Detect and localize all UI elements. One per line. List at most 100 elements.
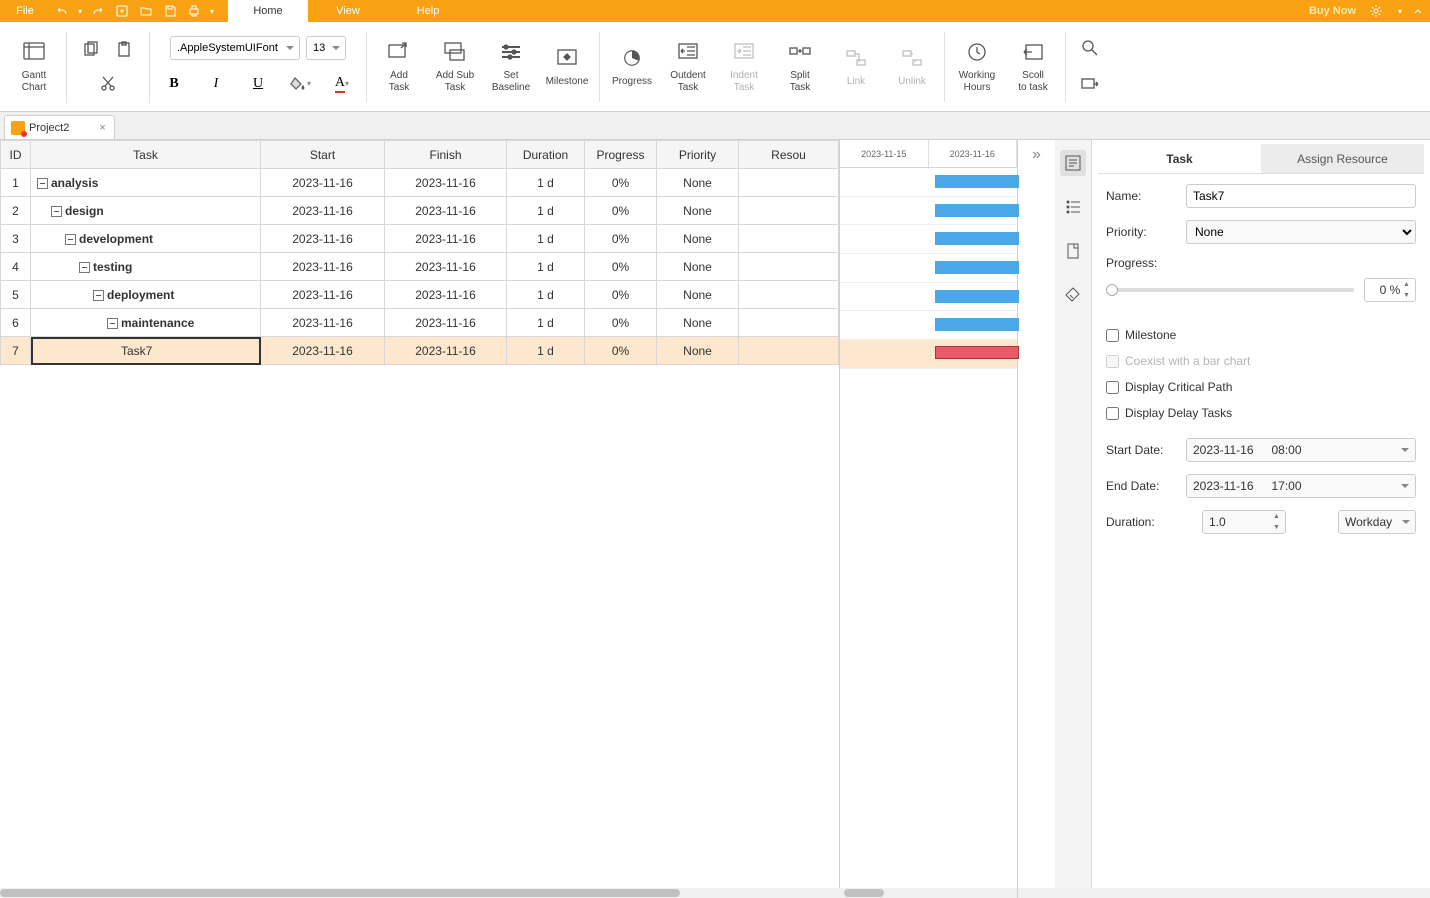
col-start[interactable]: Start xyxy=(261,141,385,169)
col-duration[interactable]: Duration xyxy=(507,141,585,169)
strip-notes-icon[interactable] xyxy=(1060,238,1086,264)
underline-icon[interactable]: U xyxy=(244,70,272,98)
gantt-chart-button[interactable]: Gantt Chart xyxy=(6,27,62,107)
table-row[interactable]: 6maintenance2023-11-162023-11-161 d0%Non… xyxy=(1,309,839,337)
col-progress[interactable]: Progress xyxy=(585,141,657,169)
menu-file[interactable]: File xyxy=(0,0,50,22)
open-icon[interactable] xyxy=(134,0,158,22)
slider-progress[interactable] xyxy=(1106,288,1354,292)
gantt-row[interactable] xyxy=(840,254,1017,283)
gantt-bar[interactable] xyxy=(935,232,1019,245)
replace-icon[interactable] xyxy=(1076,72,1104,100)
milestone-button[interactable]: Milestone xyxy=(539,27,595,107)
link-button: Link xyxy=(828,27,884,107)
gantt-scrollbar[interactable] xyxy=(840,888,1017,898)
new-icon[interactable] xyxy=(110,0,134,22)
tab-view[interactable]: View xyxy=(308,0,388,22)
gantt-bar[interactable] xyxy=(935,318,1019,331)
tab-home[interactable]: Home xyxy=(228,0,308,22)
strip-list-icon[interactable] xyxy=(1060,194,1086,220)
text-color-icon[interactable]: A▾ xyxy=(328,70,356,98)
undo-icon[interactable] xyxy=(50,0,74,22)
label-end-date: End Date: xyxy=(1106,479,1186,493)
strip-task-info-icon[interactable] xyxy=(1060,150,1086,176)
col-priority[interactable]: Priority xyxy=(657,141,739,169)
redo-icon[interactable] xyxy=(86,0,110,22)
document-tab-label: Project2 xyxy=(29,122,69,134)
progress-button[interactable]: Progress xyxy=(604,27,660,107)
outdent-button[interactable]: Outdent Task xyxy=(660,27,716,107)
col-resource[interactable]: Resou xyxy=(739,141,839,169)
close-tab-icon[interactable]: × xyxy=(99,122,105,134)
add-sub-task-button[interactable]: Add Sub Task xyxy=(427,27,483,107)
font-family-combo[interactable]: .AppleSystemUIFont xyxy=(170,36,300,60)
buy-now-link[interactable]: Buy Now xyxy=(1309,5,1356,17)
panel-tab-resource[interactable]: Assign Resource xyxy=(1261,144,1424,173)
save-icon[interactable] xyxy=(158,0,182,22)
gantt-row[interactable] xyxy=(840,168,1017,197)
table-row[interactable]: 7Task72023-11-162023-11-161 d0%None xyxy=(1,337,839,365)
table-row[interactable]: 2design2023-11-162023-11-161 d0%None xyxy=(1,197,839,225)
unlink-button: Unlink xyxy=(884,27,940,107)
input-duration[interactable]: 1.0 ▲▼ xyxy=(1202,510,1286,534)
check-critical[interactable] xyxy=(1106,381,1119,394)
print-icon[interactable] xyxy=(182,0,206,22)
fill-color-icon[interactable]: ▾ xyxy=(286,70,314,98)
gantt-chart: 2023-11-15 2023-11-16 xyxy=(840,140,1018,898)
collapse-panel-icon[interactable]: » xyxy=(1032,146,1041,164)
collapse-ribbon-icon[interactable] xyxy=(1406,0,1430,22)
select-duration-unit[interactable]: Workday xyxy=(1338,510,1416,534)
copy-icon[interactable] xyxy=(77,36,105,64)
font-size-combo[interactable]: 13 xyxy=(306,36,346,60)
gantt-row[interactable] xyxy=(840,283,1017,312)
input-start-date[interactable]: 2023-11-16 08:00 xyxy=(1186,438,1416,462)
document-tab[interactable]: Project2 × xyxy=(4,115,115,139)
scroll-to-task-button[interactable]: Scoll to task xyxy=(1005,27,1061,107)
label-name: Name: xyxy=(1106,189,1186,203)
panel-tab-task[interactable]: Task xyxy=(1098,144,1261,173)
gantt-row[interactable] xyxy=(840,225,1017,254)
grid-scrollbar[interactable] xyxy=(0,888,1430,898)
search-icon[interactable] xyxy=(1076,34,1104,62)
bold-icon[interactable]: B xyxy=(160,70,188,98)
cut-icon[interactable] xyxy=(94,70,122,98)
menu-bar: File ▾ ▾ Home View Help Buy Now ▾ xyxy=(0,0,1430,22)
input-end-date[interactable]: 2023-11-16 17:00 xyxy=(1186,474,1416,498)
gantt-bar[interactable] xyxy=(935,290,1019,303)
font-size-value: 13 xyxy=(313,42,325,54)
table-row[interactable]: 4testing2023-11-162023-11-161 d0%None xyxy=(1,253,839,281)
col-finish[interactable]: Finish xyxy=(385,141,507,169)
paste-icon[interactable] xyxy=(111,36,139,64)
check-milestone[interactable] xyxy=(1106,329,1119,342)
settings-icon[interactable] xyxy=(1364,0,1388,22)
col-id[interactable]: ID xyxy=(1,141,31,169)
ribbon-tabs: Home View Help xyxy=(228,0,468,22)
gantt-bar[interactable] xyxy=(935,204,1019,217)
table-row[interactable]: 3development2023-11-162023-11-161 d0%Non… xyxy=(1,225,839,253)
add-task-button[interactable]: Add Task xyxy=(371,27,427,107)
check-delay[interactable] xyxy=(1106,407,1119,420)
input-name[interactable] xyxy=(1186,184,1416,208)
table-row[interactable]: 5deployment2023-11-162023-11-161 d0%None xyxy=(1,281,839,309)
label-priority: Priority: xyxy=(1106,225,1186,239)
label-duration: Duration: xyxy=(1106,515,1202,529)
gantt-bar[interactable] xyxy=(935,175,1019,188)
working-hours-button[interactable]: Working Hours xyxy=(949,27,1005,107)
split-button[interactable]: Split Task xyxy=(772,27,828,107)
qat-more-icon[interactable]: ▾ xyxy=(206,0,218,22)
set-baseline-button[interactable]: Set Baseline xyxy=(483,27,539,107)
gantt-row[interactable] xyxy=(840,311,1017,340)
italic-icon[interactable]: I xyxy=(202,70,230,98)
gantt-row[interactable] xyxy=(840,197,1017,226)
col-task[interactable]: Task xyxy=(31,141,261,169)
gantt-bar[interactable] xyxy=(935,346,1019,359)
settings-menu-icon[interactable]: ▾ xyxy=(1394,0,1406,22)
strip-link-icon[interactable] xyxy=(1060,282,1086,308)
gantt-row[interactable] xyxy=(840,340,1017,369)
gantt-bar[interactable] xyxy=(935,261,1019,274)
undo-menu-icon[interactable]: ▾ xyxy=(74,0,86,22)
tab-help[interactable]: Help xyxy=(388,0,468,22)
progress-value[interactable]: 0 % ▲▼ xyxy=(1364,278,1416,302)
table-row[interactable]: 1analysis2023-11-162023-11-161 d0%None xyxy=(1,169,839,197)
select-priority[interactable]: None xyxy=(1186,220,1416,244)
